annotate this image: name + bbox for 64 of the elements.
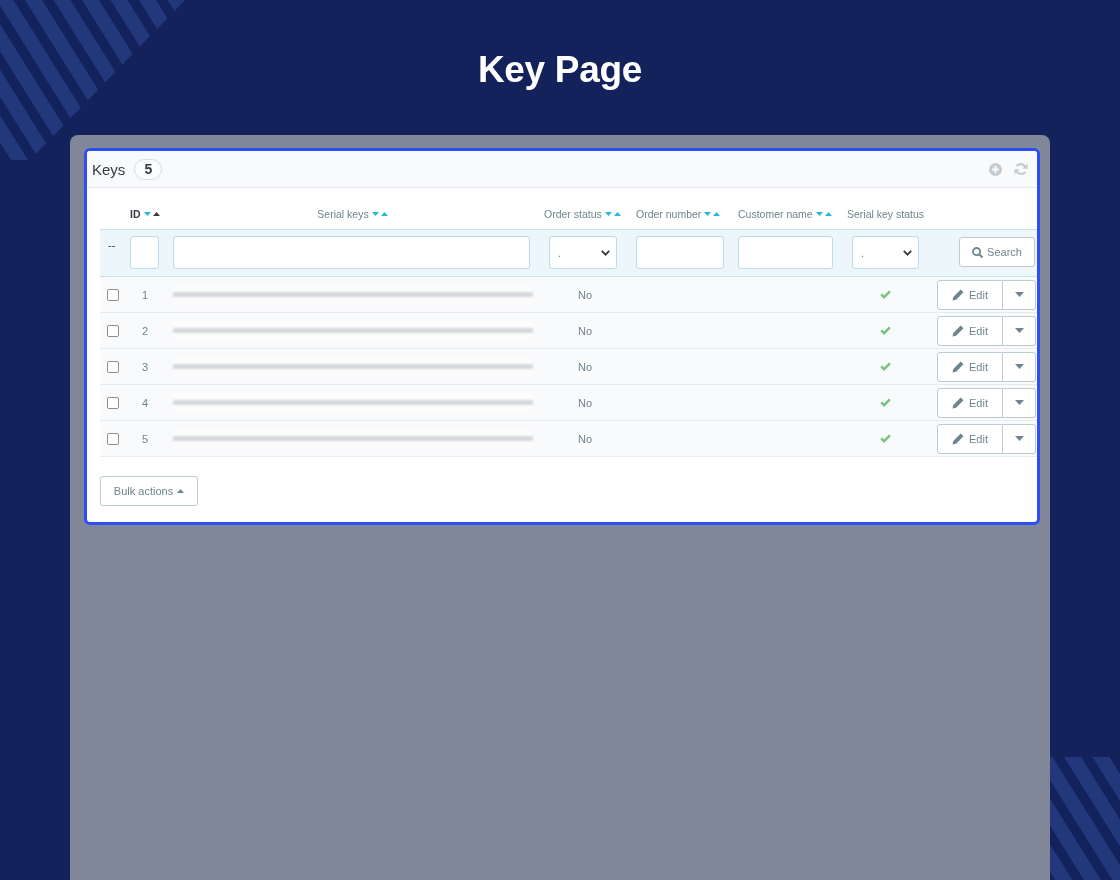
filter-marker: -- — [108, 239, 116, 251]
table-cell: No — [577, 324, 593, 337]
table-cell: 1 — [141, 288, 149, 301]
table-cell: No — [577, 288, 593, 301]
sort-up-icon[interactable] — [152, 211, 160, 216]
pencil-icon — [952, 360, 964, 373]
column-header: Serial key status — [847, 207, 925, 220]
caret-icon — [1014, 328, 1024, 333]
table-cell: No — [577, 396, 593, 409]
edit-button[interactable]: Edit — [937, 351, 1003, 382]
filter-input[interactable] — [173, 236, 530, 269]
pencil-icon — [952, 396, 964, 409]
filter-input[interactable] — [636, 236, 724, 269]
sort-down-icon[interactable] — [704, 211, 712, 216]
table-cell: 3 — [141, 360, 149, 373]
edit-button[interactable]: Edit — [937, 315, 1003, 346]
pencil-icon — [952, 432, 964, 445]
dropdown-button[interactable] — [1003, 315, 1036, 346]
pencil-icon — [952, 288, 964, 301]
caret-icon — [1014, 400, 1024, 405]
sort-down-icon[interactable] — [604, 211, 612, 216]
table-cell: 4 — [141, 396, 149, 409]
column-header: Order status — [544, 207, 602, 220]
filter-select[interactable]: . — [549, 236, 617, 269]
dropdown-button[interactable] — [1003, 423, 1036, 454]
filter-input[interactable] — [738, 236, 833, 269]
row-checkbox[interactable] — [106, 360, 119, 373]
table-cell: No — [577, 360, 593, 373]
bulk-actions-button[interactable]: Bulk actions — [100, 476, 198, 506]
page-title: Key Page — [477, 48, 643, 92]
table-cell: 5 — [141, 432, 149, 445]
filter-input[interactable] — [130, 236, 159, 269]
column-header: Customer name — [738, 207, 813, 220]
column-header: Serial keys — [317, 207, 369, 220]
row-checkbox[interactable] — [106, 324, 119, 337]
card-title: Keys — [92, 160, 126, 178]
dropdown-button[interactable] — [1003, 279, 1036, 310]
sort-down-icon[interactable] — [371, 211, 379, 216]
row-checkbox[interactable] — [106, 288, 119, 301]
dropdown-button[interactable] — [1003, 387, 1036, 418]
edit-button[interactable]: Edit — [937, 279, 1003, 310]
search-button[interactable]: Search — [959, 237, 1035, 267]
caret-icon — [1014, 436, 1024, 441]
sort-down-icon[interactable] — [815, 211, 823, 216]
edit-button[interactable]: Edit — [937, 423, 1003, 454]
count-badge: 5 — [134, 158, 163, 180]
refresh-icon[interactable] — [1014, 162, 1028, 176]
edit-button[interactable]: Edit — [937, 387, 1003, 418]
row-checkbox[interactable] — [106, 432, 119, 445]
table-cell: 2 — [141, 324, 149, 337]
caret-icon — [1014, 292, 1024, 297]
add-icon[interactable] — [989, 162, 1002, 176]
column-header: Order number — [636, 207, 702, 220]
filter-select[interactable]: . — [852, 236, 919, 269]
dropdown-button[interactable] — [1003, 351, 1036, 382]
row-checkbox[interactable] — [106, 396, 119, 409]
chevron-icon — [601, 249, 610, 256]
column-header: ID — [130, 207, 141, 220]
pencil-icon — [952, 324, 964, 337]
caret-icon — [177, 489, 185, 493]
caret-icon — [1014, 364, 1024, 369]
table-cell: No — [577, 432, 593, 445]
chevron-icon — [903, 249, 912, 256]
search-icon — [972, 246, 984, 258]
